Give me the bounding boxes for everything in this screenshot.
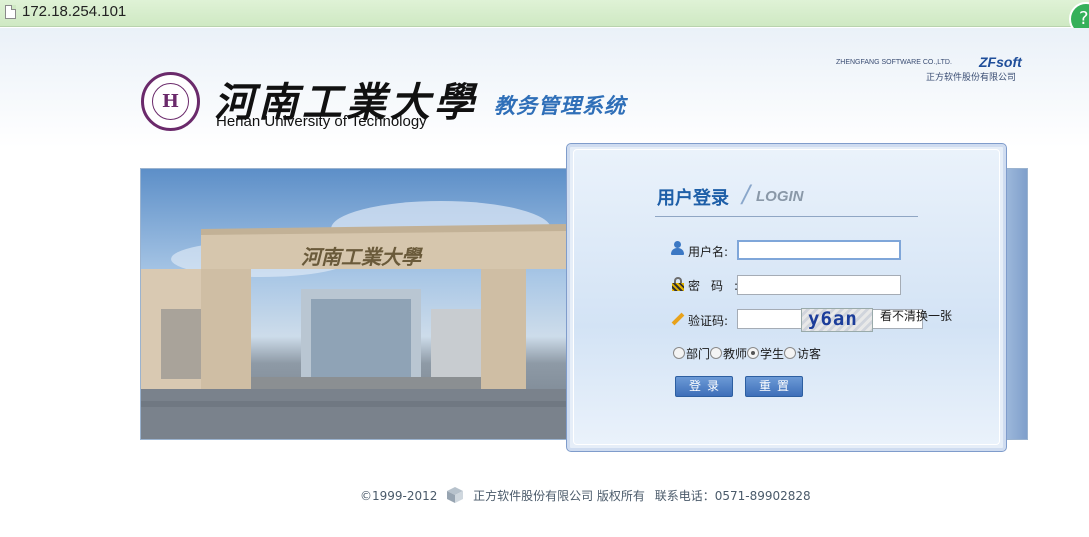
password-input[interactable] <box>737 275 901 295</box>
footer: ©1999-2012 正方软件股份有限公司 版权所有 联系电话：0571-899… <box>360 486 811 504</box>
login-title: 用户登录 <box>657 188 729 209</box>
page-document-icon <box>5 5 16 19</box>
login-title-divider <box>655 216 918 217</box>
zfsoft-logo-icon <box>447 487 464 503</box>
campus-gate-illustration: 河南工業大學 <box>141 201 566 439</box>
role-radio-student[interactable] <box>747 347 760 359</box>
role-label-dept: 部门 <box>686 347 711 361</box>
role-radio-group: 部门 教师 学生 访客 <box>673 345 821 362</box>
vendor-name-cn: 正方软件股份有限公司 <box>926 73 1017 83</box>
username-label: 用户名: <box>688 245 729 259</box>
system-title: 教务管理系统 <box>494 94 626 118</box>
university-seal-logo: H <box>141 72 200 131</box>
university-name-en: Henan University of Technology <box>216 113 427 130</box>
role-radio-teacher[interactable] <box>710 347 723 359</box>
pencil-icon <box>670 312 685 326</box>
login-title-separator: / <box>742 180 751 208</box>
login-button[interactable]: 登录 <box>675 376 733 397</box>
captcha-label: 验证码: <box>688 314 729 328</box>
gate-inscription: 河南工業大學 <box>301 245 423 269</box>
seal-emblem-icon: H <box>152 83 189 120</box>
reset-button[interactable]: 重置 <box>745 376 803 397</box>
role-label-student: 学生 <box>760 347 785 361</box>
role-option-visitor[interactable]: 访客 <box>784 345 821 362</box>
lock-icon <box>671 277 685 291</box>
footer-copyright: ©1999-2012 <box>360 489 438 503</box>
captcha-refresh-link[interactable]: 看不清换一张 <box>880 307 952 324</box>
role-option-student[interactable]: 学生 <box>747 345 784 362</box>
role-radio-visitor[interactable] <box>784 347 797 359</box>
role-label-visitor: 访客 <box>797 347 822 361</box>
captcha-image[interactable]: y6an <box>801 308 873 332</box>
vendor-brand-logo: ZFsoft <box>979 54 1022 70</box>
role-label-teacher: 教师 <box>723 347 748 361</box>
username-input[interactable] <box>737 240 901 260</box>
role-option-teacher[interactable]: 教师 <box>710 345 747 362</box>
vendor-name-en: ZHENGFANG SOFTWARE CO.,LTD. <box>836 59 952 66</box>
footer-phone: 联系电话：0571-89902828 <box>654 489 811 503</box>
footer-company: 正方软件股份有限公司 版权所有 <box>473 489 645 503</box>
user-icon <box>670 241 684 255</box>
role-option-dept[interactable]: 部门 <box>673 345 710 362</box>
address-url[interactable]: 172.18.254.101 <box>22 3 126 20</box>
address-bar[interactable]: 172.18.254.101 ? <box>0 0 1089 36</box>
captcha-image-text: y6an <box>808 308 858 330</box>
campus-gate-photo: 河南工業大學 <box>141 169 566 439</box>
role-radio-dept[interactable] <box>673 347 685 359</box>
login-title-en: LOGIN <box>756 188 804 205</box>
